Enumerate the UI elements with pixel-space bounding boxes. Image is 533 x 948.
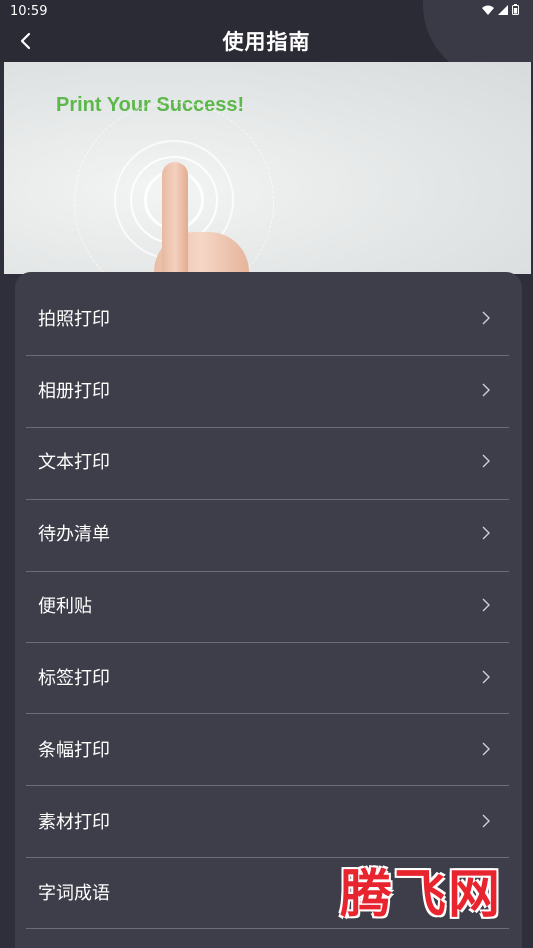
menu-item-label-print[interactable]: 标签打印 (15, 641, 522, 712)
back-arrow-icon (20, 32, 31, 50)
menu-item-label: 便利贴 (38, 595, 92, 617)
status-icons (482, 4, 519, 18)
wifi-icon (482, 5, 494, 18)
menu-item-todo-list[interactable]: 待办清单 (15, 497, 522, 568)
menu-item-banner-print[interactable]: 条幅打印 (15, 713, 522, 784)
status-time: 10:59 (10, 3, 48, 19)
chevron-right-icon (478, 310, 494, 326)
menu-item-label: 待办清单 (38, 523, 110, 545)
back-button[interactable] (10, 26, 40, 56)
navigation-bar: 使用指南 (0, 22, 533, 60)
chevron-right-icon (478, 813, 494, 829)
chevron-right-icon (478, 382, 494, 398)
divider (26, 928, 509, 929)
menu-item-label: 条幅打印 (38, 739, 110, 761)
menu-item-photo-print[interactable]: 拍照打印 (15, 282, 522, 353)
battery-icon (512, 4, 519, 18)
signal-icon (498, 4, 508, 18)
chevron-right-icon (478, 525, 494, 541)
guide-menu-card: 拍照打印 相册打印 文本打印 待办清单 便利贴 标签打印 条幅打印 素材打印 字… (15, 272, 522, 948)
chevron-right-icon (478, 597, 494, 613)
page-title: 使用指南 (222, 30, 311, 54)
menu-item-album-print[interactable]: 相册打印 (15, 354, 522, 425)
menu-item-label: 标签打印 (38, 667, 110, 689)
finger-image (162, 162, 188, 274)
menu-item-text-print[interactable]: 文本打印 (15, 425, 522, 496)
menu-item-label: 字词成语 (38, 882, 110, 904)
menu-item-label: 相册打印 (38, 380, 110, 402)
menu-item-label: 文本打印 (38, 451, 110, 473)
chevron-right-icon (478, 669, 494, 685)
watermark-logo: 腾飞网 (340, 864, 503, 925)
top-bar: 10:59 使用指南 (0, 0, 533, 62)
menu-item-label: 拍照打印 (38, 308, 110, 330)
chevron-right-icon (478, 453, 494, 469)
menu-item-material-print[interactable]: 素材打印 (15, 785, 522, 856)
menu-item-sticky-note[interactable]: 便利贴 (15, 569, 522, 640)
menu-item-label: 素材打印 (38, 811, 110, 833)
guide-banner: Print Your Success! (4, 62, 531, 274)
chevron-right-icon (478, 741, 494, 757)
status-bar: 10:59 (0, 0, 533, 22)
